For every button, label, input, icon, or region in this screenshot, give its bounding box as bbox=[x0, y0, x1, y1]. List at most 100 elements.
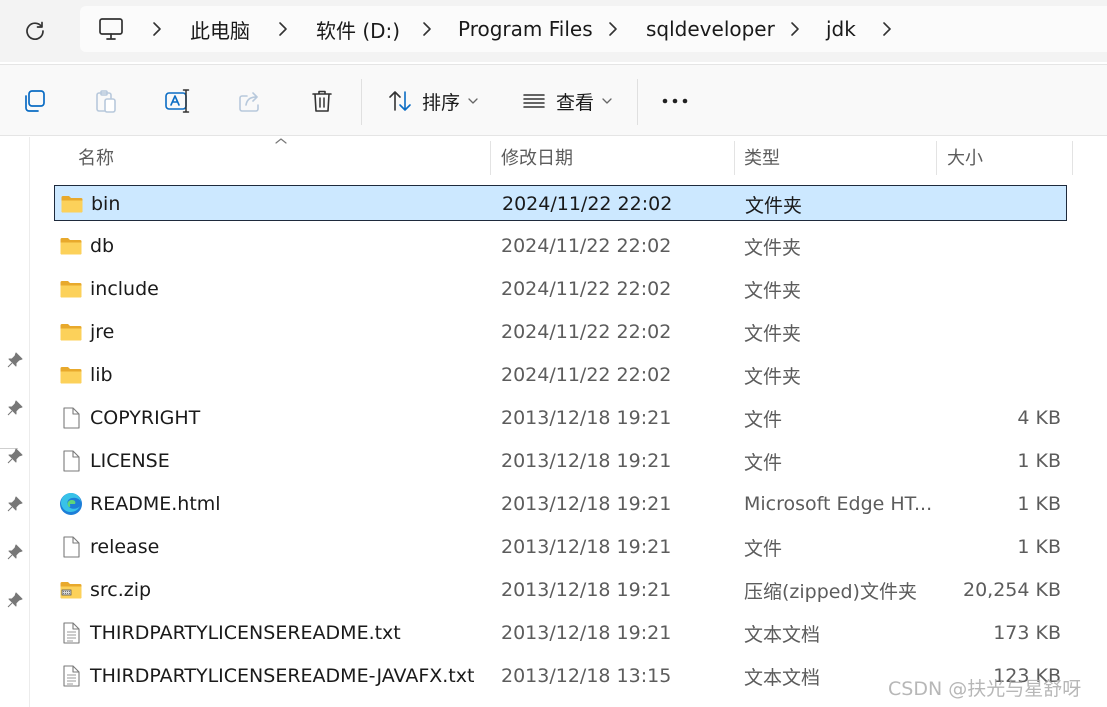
chevron-right-icon[interactable] bbox=[608, 6, 618, 52]
column-header-size[interactable]: 大小 bbox=[947, 137, 983, 177]
file-modified-date: 2013/12/18 19:21 bbox=[501, 536, 672, 558]
rename-button[interactable] bbox=[164, 87, 192, 115]
file-row[interactable]: README.html 2013/12/18 19:21 Microsoft Edg… bbox=[54, 486, 1067, 522]
file-icon bbox=[59, 406, 83, 430]
file-type: 文件夹 bbox=[744, 365, 802, 388]
file-row[interactable]: COPYRIGHT 2013/12/18 19:21 文件 4 KB bbox=[54, 400, 1067, 436]
copy-icon bbox=[25, 90, 45, 112]
file-size: 1 KB bbox=[1017, 536, 1061, 558]
file-name: release bbox=[90, 536, 160, 558]
pin-icon[interactable] bbox=[6, 351, 24, 369]
chevron-down-icon[interactable] bbox=[468, 97, 478, 105]
file-type: 文件 bbox=[744, 537, 783, 560]
rename-icon bbox=[165, 89, 190, 113]
sort-ascending-icon bbox=[275, 138, 287, 144]
pin-icon[interactable] bbox=[6, 543, 24, 561]
more-options-button[interactable] bbox=[661, 87, 689, 115]
file-modified-date: 2024/11/22 22:02 bbox=[501, 321, 672, 343]
breadcrumb-sqldeveloper[interactable]: sqldeveloper bbox=[646, 6, 775, 52]
folder-icon bbox=[59, 320, 83, 344]
breadcrumb-program-files[interactable]: Program Files bbox=[458, 6, 593, 52]
file-size: 1 KB bbox=[1017, 450, 1061, 472]
file-modified-date: 2013/12/18 19:21 bbox=[501, 450, 672, 472]
file-type: 文本文档 bbox=[744, 623, 821, 646]
file-type: 压缩(zipped)文件夹 bbox=[744, 580, 917, 603]
paste-button[interactable] bbox=[92, 87, 120, 115]
this-pc-icon bbox=[99, 18, 123, 40]
share-icon bbox=[239, 92, 259, 112]
file-row[interactable]: db 2024/11/22 22:02 文件夹 bbox=[54, 228, 1067, 264]
navigation-pane[interactable] bbox=[0, 137, 30, 707]
breadcrumb-drive-d[interactable]: 软件 (D:) bbox=[316, 6, 400, 52]
column-resize-handle[interactable] bbox=[490, 141, 491, 175]
zip-folder-icon bbox=[59, 578, 83, 602]
file-modified-date: 2024/11/22 22:02 bbox=[501, 278, 672, 300]
file-name: lib bbox=[90, 364, 113, 386]
file-name: jre bbox=[90, 321, 115, 343]
file-row[interactable]: LICENSE 2013/12/18 19:21 文件 1 KB bbox=[54, 443, 1067, 479]
file-name: bin bbox=[91, 193, 121, 215]
file-icon bbox=[59, 449, 83, 473]
file-icon bbox=[59, 535, 83, 559]
folder-icon bbox=[59, 234, 83, 258]
file-row[interactable]: release 2013/12/18 19:21 文件 1 KB bbox=[54, 529, 1067, 565]
file-modified-date: 2013/12/18 19:21 bbox=[501, 407, 672, 429]
breadcrumb-jdk[interactable]: jdk bbox=[826, 6, 856, 52]
column-resize-handle[interactable] bbox=[734, 141, 735, 175]
breadcrumb-this-pc[interactable]: 此电脑 bbox=[190, 6, 250, 52]
file-modified-date: 2013/12/18 19:21 bbox=[501, 579, 672, 601]
file-name: COPYRIGHT bbox=[90, 407, 201, 429]
file-type: 文件夹 bbox=[744, 322, 802, 345]
toolbar-divider bbox=[637, 79, 638, 125]
file-row[interactable]: THIRDPARTYLICENSEREADME.txt 2013/12/18 19… bbox=[54, 615, 1067, 651]
chevron-down-icon[interactable] bbox=[602, 97, 612, 105]
file-name: README.html bbox=[90, 493, 221, 515]
column-header-name[interactable]: 名称 bbox=[78, 137, 114, 177]
file-name: THIRDPARTYLICENSEREADME-JAVAFX.txt bbox=[90, 665, 475, 687]
trash-icon bbox=[312, 90, 332, 112]
chevron-right-icon[interactable] bbox=[422, 6, 432, 52]
column-resize-handle[interactable] bbox=[1072, 141, 1073, 175]
file-name: db bbox=[90, 235, 115, 257]
refresh-button[interactable] bbox=[18, 14, 52, 48]
file-name: src.zip bbox=[90, 579, 152, 601]
edge-icon bbox=[59, 492, 83, 516]
text-file-icon bbox=[59, 621, 83, 645]
view-button[interactable]: 查看 bbox=[556, 65, 594, 137]
file-size: 173 KB bbox=[993, 622, 1061, 644]
file-type: 文件夹 bbox=[744, 236, 802, 259]
chevron-right-icon[interactable] bbox=[152, 6, 162, 52]
column-header-modified[interactable]: 修改日期 bbox=[501, 137, 573, 177]
file-modified-date: 2024/11/22 22:02 bbox=[502, 193, 673, 215]
chevron-right-icon[interactable] bbox=[882, 6, 892, 52]
chevron-right-icon[interactable] bbox=[278, 6, 288, 52]
paste-icon bbox=[96, 90, 116, 113]
pin-icon[interactable] bbox=[6, 447, 24, 465]
address-toolbar: 此电脑 软件 (D:) Program Files sqldeveloper j… bbox=[0, 0, 1107, 62]
file-row[interactable]: bin 2024/11/22 22:02 文件夹 bbox=[54, 185, 1067, 221]
file-modified-date: 2024/11/22 22:02 bbox=[501, 364, 672, 386]
file-row[interactable]: include 2024/11/22 22:02 文件夹 bbox=[54, 271, 1067, 307]
address-bar[interactable]: 此电脑 软件 (D:) Program Files sqldeveloper j… bbox=[80, 6, 1107, 52]
sort-button[interactable]: 排序 bbox=[422, 65, 460, 137]
file-size: 1 KB bbox=[1017, 493, 1061, 515]
pin-icon[interactable] bbox=[6, 591, 24, 609]
column-header-type[interactable]: 类型 bbox=[744, 137, 780, 177]
share-button[interactable] bbox=[236, 87, 264, 115]
delete-button[interactable] bbox=[308, 87, 336, 115]
folder-icon bbox=[59, 277, 83, 301]
file-type: 文件夹 bbox=[744, 279, 802, 302]
file-size: 20,254 KB bbox=[962, 579, 1061, 601]
file-row[interactable]: src.zip 2013/12/18 19:21 压缩(zipped)文件夹 20,2… bbox=[54, 572, 1067, 608]
chevron-right-icon[interactable] bbox=[790, 6, 800, 52]
copy-button[interactable] bbox=[20, 87, 48, 115]
pin-icon[interactable] bbox=[6, 399, 24, 417]
file-row[interactable]: jre 2024/11/22 22:02 文件夹 bbox=[54, 314, 1067, 350]
file-modified-date: 2013/12/18 19:21 bbox=[501, 493, 672, 515]
file-name: include bbox=[90, 278, 159, 300]
file-modified-date: 2024/11/22 22:02 bbox=[501, 235, 672, 257]
column-resize-handle[interactable] bbox=[936, 141, 937, 175]
file-row[interactable]: lib 2024/11/22 22:02 文件夹 bbox=[54, 357, 1067, 393]
file-name: THIRDPARTYLICENSEREADME.txt bbox=[90, 622, 401, 644]
pin-icon[interactable] bbox=[6, 495, 24, 513]
